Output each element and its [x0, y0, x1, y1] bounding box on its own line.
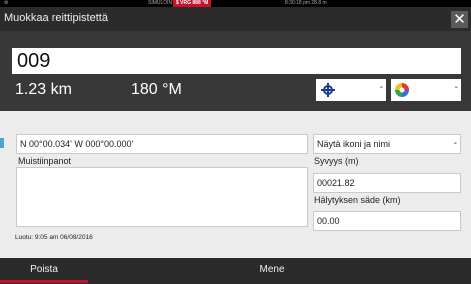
close-icon: ✕ — [453, 11, 466, 28]
notes-label: Muistiinpanot — [18, 156, 72, 166]
chevron-down-icon: - — [454, 82, 458, 93]
multicolor-icon — [395, 83, 409, 97]
status-bar: ⚙ SIMULOINT... $ VRG 888 °M 8:30:18 pm 2… — [0, 0, 471, 7]
chevron-down-icon: - — [379, 82, 383, 93]
position-field[interactable]: N 00°00.034' W 000°00.000' — [16, 134, 308, 154]
waypoint-header-panel: 009 1.23 km 180 °M - - — [0, 31, 471, 111]
bearing-readout: 180 °M — [131, 81, 182, 98]
waypoint-icon-select[interactable]: - — [316, 79, 386, 101]
action-bar: Poista Mene — [0, 258, 471, 284]
distance-readout: 1.23 km — [15, 81, 72, 98]
goto-button-label: Mene — [259, 264, 285, 275]
notes-input[interactable] — [16, 167, 308, 227]
delete-button[interactable]: Poista — [0, 258, 88, 284]
waypoint-color-select[interactable]: - — [391, 79, 461, 101]
crosshair-icon — [321, 83, 335, 97]
close-button[interactable]: ✕ — [451, 11, 468, 28]
display-option-value: Näytä ikoni ja nimi — [317, 139, 391, 149]
side-indicator — [0, 138, 4, 148]
created-timestamp: Luotu: 9:05 am 06/08/2016 — [15, 234, 93, 241]
delete-button-label: Poista — [30, 264, 58, 275]
status-right: 8:30:18 pm 28.8 m — [285, 0, 327, 6]
display-option-select[interactable]: Näytä ikoni ja nimi - — [313, 134, 461, 154]
delete-underline — [0, 280, 88, 283]
alarm-radius-input[interactable]: 00.00 — [313, 211, 461, 231]
waypoint-form-panel: N 00°00.034' W 000°00.000' Näytä ikoni j… — [0, 111, 471, 258]
status-badge: $ VRG 888 °M — [173, 0, 212, 7]
alarm-radius-label: Hälytyksen säde (km) — [314, 195, 401, 205]
dialog-title-bar: Muokkaa reittipistettä ✕ — [0, 7, 471, 31]
depth-label: Syvyys (m) — [314, 156, 359, 166]
waypoint-name-input[interactable]: 009 — [12, 48, 461, 74]
chevron-down-icon: - — [453, 138, 457, 149]
dialog-title: Muokkaa reittipistettä — [4, 12, 108, 24]
gear-icon: ⚙ — [4, 0, 9, 6]
goto-button[interactable]: Mene — [232, 258, 312, 284]
depth-input[interactable]: 00021.82 — [313, 173, 461, 193]
